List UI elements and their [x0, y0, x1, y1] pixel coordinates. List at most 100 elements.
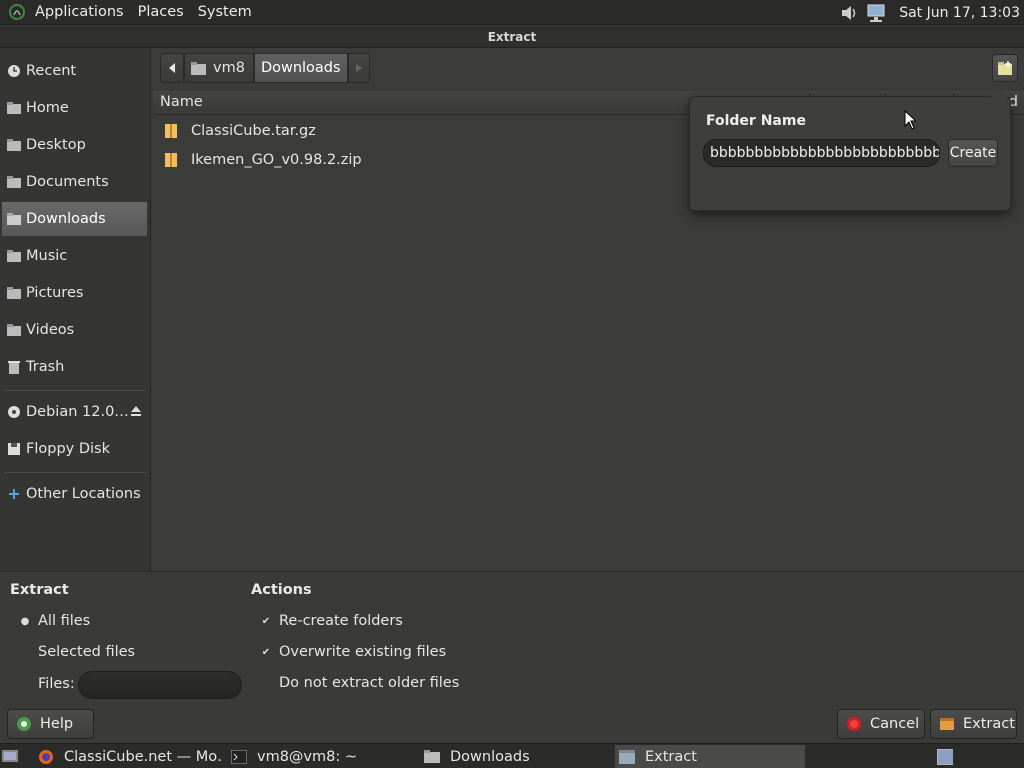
sidebar-item-videos[interactable]: Videos — [2, 313, 147, 347]
path-segment-label: Downloads — [260, 60, 341, 76]
sidebar-item-label: Downloads — [26, 211, 106, 227]
sidebar-item-label: Trash — [26, 359, 65, 375]
clock-icon — [6, 63, 22, 79]
workspace-switcher[interactable] — [937, 745, 959, 768]
trash-icon — [6, 359, 22, 375]
clock[interactable]: Sat Jun 17, 13:03 — [891, 5, 1024, 21]
sidebar-item-label: Debian 12.0… — [26, 404, 129, 420]
eject-icon[interactable] — [129, 404, 143, 418]
sidebar-item-recent[interactable]: Recent — [2, 54, 147, 88]
path-forward-button[interactable] — [347, 53, 370, 83]
new-folder-button[interactable] — [992, 54, 1018, 82]
radio-selected-files[interactable]: Selected files — [18, 644, 135, 660]
plus-icon — [6, 486, 22, 502]
radio-all-files[interactable]: ● All files — [18, 613, 91, 629]
path-bar: vm8 Downloads — [160, 53, 370, 83]
network-icon[interactable] — [863, 0, 891, 25]
new-folder-popover: Folder Name bbbbbbbbbbbbbbbbbbbbbbbbbbbb… — [689, 88, 1011, 211]
create-folder-button[interactable]: Create — [948, 139, 998, 167]
top-panel: Applications Places System Sat Jun 17, 1… — [0, 0, 1024, 25]
chevron-right-icon — [355, 64, 362, 72]
volume-icon[interactable] — [835, 0, 863, 25]
task-label: vm8@vm8: ~ — [257, 748, 358, 765]
mouse-cursor-icon — [904, 110, 916, 130]
sidebar-item-label: Home — [26, 100, 69, 116]
sidebar-item-home[interactable]: Home — [2, 91, 147, 125]
new-folder-icon — [998, 61, 1012, 75]
folder-icon — [6, 137, 22, 153]
sidebar-item-trash[interactable]: Trash — [2, 350, 147, 384]
file-name: ClassiCube.tar.gz — [191, 122, 316, 139]
checkbox-no-older[interactable]: Do not extract older files — [259, 675, 459, 691]
folder-icon — [6, 322, 22, 338]
places-sidebar: Recent Home Desktop Documents Downloads … — [0, 48, 151, 571]
task-label: Extract — [645, 748, 697, 765]
extract-button[interactable]: Extract — [930, 709, 1017, 739]
path-segment-downloads[interactable]: Downloads — [253, 53, 348, 83]
task-extract[interactable]: Extract — [615, 745, 805, 768]
desktop-icon — [2, 749, 18, 765]
taskbar: ClassiCube.net — Mo… vm8@vm8: ~ Download… — [0, 743, 1024, 768]
option-label: Re-create folders — [279, 613, 403, 629]
folder-icon — [6, 285, 22, 301]
file-name: Ikemen_GO_v0.98.2.zip — [191, 151, 362, 168]
task-terminal[interactable]: vm8@vm8: ~ — [231, 745, 416, 768]
task-downloads[interactable]: Downloads — [424, 745, 609, 768]
sidebar-item-label: Desktop — [26, 137, 86, 153]
option-label: Selected files — [38, 644, 136, 660]
path-segment-home[interactable]: vm8 — [184, 53, 254, 83]
firefox-icon — [38, 749, 54, 765]
sidebar-item-downloads[interactable]: Downloads — [2, 202, 147, 236]
folder-name-label: Folder Name — [706, 113, 806, 129]
sidebar-item-floppy[interactable]: Floppy Disk — [2, 432, 147, 466]
option-label: Overwrite existing files — [279, 644, 447, 660]
sidebar-item-debian[interactable]: Debian 12.0… — [2, 395, 147, 429]
applications-menu[interactable]: Applications — [28, 0, 131, 25]
disc-icon — [6, 404, 22, 420]
archive-icon — [619, 749, 635, 765]
sidebar-item-pictures[interactable]: Pictures — [2, 276, 147, 310]
sidebar-item-label: Videos — [26, 322, 75, 338]
path-segment-label: vm8 — [213, 60, 245, 76]
actions-section-title: Actions — [251, 582, 312, 598]
sidebar-item-desktop[interactable]: Desktop — [2, 128, 147, 162]
checkbox-overwrite[interactable]: ✔ Overwrite existing files — [259, 644, 446, 660]
task-label: ClassiCube.net — Mo… — [64, 748, 223, 765]
floppy-icon — [6, 441, 22, 457]
checkmark-icon: ✔ — [261, 615, 271, 627]
chevron-left-icon — [169, 63, 175, 73]
cancel-icon — [846, 716, 862, 732]
folder-icon — [6, 174, 22, 190]
extract-section-title: Extract — [10, 582, 69, 598]
home-folder-icon — [191, 61, 206, 75]
column-name[interactable]: Name — [160, 94, 203, 110]
show-desktop-button[interactable] — [2, 745, 24, 768]
files-pattern-input[interactable] — [78, 671, 242, 699]
home-folder-icon — [6, 100, 22, 116]
extract-options: Extract ● All files Selected files Files… — [0, 571, 1024, 743]
system-menu[interactable]: System — [191, 0, 259, 25]
folder-icon — [6, 211, 22, 227]
sidebar-item-documents[interactable]: Documents — [2, 165, 147, 199]
sidebar-item-label: Documents — [26, 174, 109, 190]
terminal-icon — [231, 749, 247, 765]
button-label: Help — [40, 716, 74, 732]
checkbox-unchecked-icon — [259, 676, 273, 690]
help-button[interactable]: Help — [7, 709, 94, 739]
sidebar-separator — [4, 390, 146, 391]
cancel-button[interactable]: Cancel — [837, 709, 925, 739]
checkbox-recreate-folders[interactable]: ✔ Re-create folders — [259, 613, 403, 629]
task-firefox[interactable]: ClassiCube.net — Mo… — [38, 745, 223, 768]
sidebar-item-label: Other Locations — [26, 486, 141, 502]
sidebar-item-label: Floppy Disk — [26, 441, 110, 457]
sidebar-item-music[interactable]: Music — [2, 239, 147, 273]
folder-icon — [424, 749, 440, 765]
gnome-foot-icon[interactable] — [6, 1, 28, 23]
sidebar-item-other-locations[interactable]: Other Locations — [2, 477, 147, 511]
radio-files[interactable]: Files: — [18, 676, 75, 692]
path-back-button[interactable] — [160, 53, 184, 83]
radio-selected-icon: ● — [20, 615, 30, 627]
places-menu[interactable]: Places — [131, 0, 191, 25]
system-tray: Sat Jun 17, 13:03 — [835, 0, 1024, 25]
folder-name-input[interactable]: bbbbbbbbbbbbbbbbbbbbbbbbbbbbbb — [703, 139, 940, 167]
